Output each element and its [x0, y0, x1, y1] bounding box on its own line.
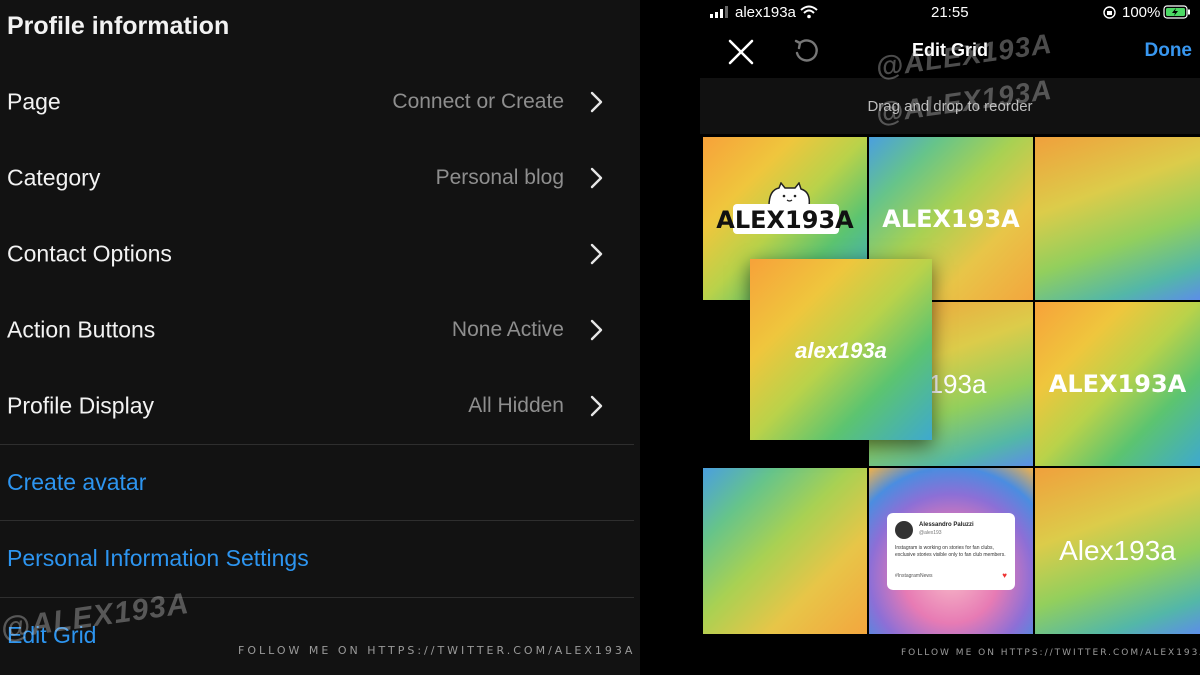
personal-information-settings-link[interactable]: Personal Information Settings — [7, 545, 309, 572]
row-profile-display-label: Profile Display — [7, 392, 154, 419]
row-category-value: Personal blog — [435, 166, 564, 189]
row-page[interactable]: Page Connect or Create — [0, 64, 634, 140]
profile-settings-panel: Profile information Page Connect or Crea… — [0, 0, 640, 675]
row-category-label: Category — [7, 164, 101, 191]
divider — [0, 520, 634, 521]
chevron-right-icon — [590, 91, 603, 113]
row-category[interactable]: Category Personal blog — [0, 140, 634, 216]
row-contact-options[interactable]: Contact Options — [0, 216, 634, 292]
row-contact-options-label: Contact Options — [7, 240, 172, 267]
tile-text: ALEX193A — [716, 206, 854, 234]
heart-icon: ♥ — [1002, 571, 1007, 580]
post-card: Alessandro Paluzzi @alex193 Instagram is… — [887, 513, 1015, 590]
battery-percent: 100% — [1122, 4, 1161, 21]
row-action-buttons[interactable]: Action Buttons None Active — [0, 292, 634, 368]
page-title: Profile information — [7, 12, 230, 40]
post-author: Alessandro Paluzzi — [919, 522, 974, 528]
follow-footer: FOLLOW ME ON HTTPS://TWITTER.COM/ALEX193… — [901, 648, 1200, 658]
row-action-buttons-label: Action Buttons — [7, 316, 156, 343]
divider — [0, 597, 634, 598]
row-page-label: Page — [7, 88, 61, 115]
dragged-grid-tile[interactable]: alex193a — [750, 259, 932, 440]
chevron-right-icon — [590, 395, 603, 417]
post-body: Instagram is working on stories for fan … — [895, 545, 1006, 558]
grid-tile-3[interactable] — [1035, 137, 1200, 300]
post-handle: @alex193 — [919, 530, 942, 536]
avatar — [895, 521, 913, 539]
battery-charging-icon — [1163, 5, 1190, 19]
clock: 21:55 — [931, 4, 969, 21]
carrier-name: alex193a — [735, 4, 796, 21]
signal-icon — [710, 6, 728, 18]
tile-text: ALEX193A — [1048, 370, 1187, 398]
grid-tile-6[interactable]: ALEX193A — [1035, 302, 1200, 466]
orientation-lock-icon — [1103, 6, 1116, 19]
status-bar: alex193a 21:55 100% — [700, 0, 1200, 26]
wifi-icon — [800, 5, 818, 19]
chevron-right-icon — [590, 243, 603, 265]
edit-grid-screen: alex193a 21:55 100% Edit Grid Done Drag … — [700, 0, 1200, 675]
chevron-right-icon — [590, 319, 603, 341]
row-profile-display[interactable]: Profile Display All Hidden — [0, 368, 634, 444]
grid-tile-9[interactable]: Alex193a — [1035, 468, 1200, 634]
done-button[interactable]: Done — [1145, 40, 1193, 62]
tile-text: Alex193a — [1059, 535, 1176, 566]
chevron-right-icon — [590, 167, 603, 189]
row-page-value: Connect or Create — [392, 90, 564, 113]
create-avatar-link[interactable]: Create avatar — [7, 469, 146, 496]
tile-text: ALEX193A — [882, 205, 1020, 233]
row-action-buttons-value: None Active — [451, 318, 564, 341]
grid-tile-7[interactable] — [703, 468, 867, 634]
post-hashtag: #InstagramNews — [895, 573, 933, 579]
row-profile-display-value: All Hidden — [468, 394, 564, 417]
tile-text: alex193a — [795, 338, 887, 363]
divider — [0, 444, 634, 445]
follow-footer: FOLLOW ME ON HTTPS://TWITTER.COM/ALEX193… — [238, 644, 636, 657]
